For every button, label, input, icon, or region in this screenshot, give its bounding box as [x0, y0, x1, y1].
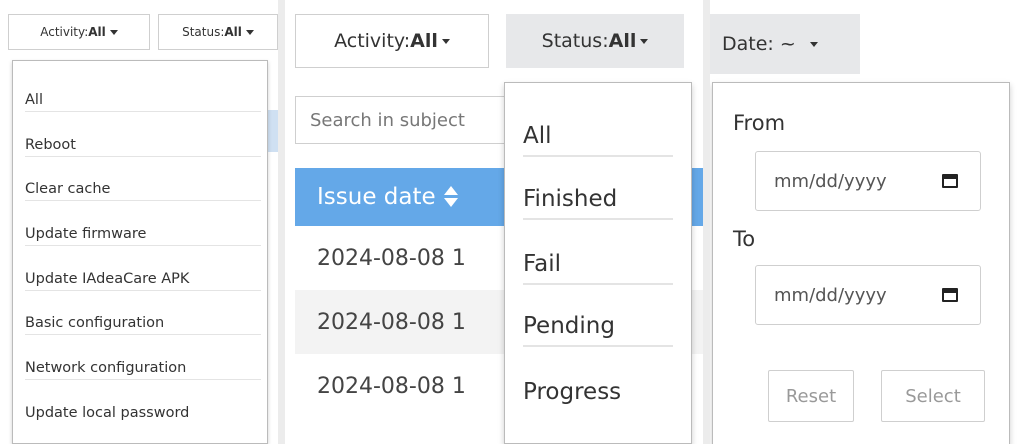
status-option[interactable]: Fail [523, 251, 673, 285]
date-filter-value: ~ [779, 33, 796, 55]
select-button[interactable]: Select [881, 370, 985, 422]
activity-option[interactable]: Network configuration [25, 357, 261, 380]
status-filter-value: All [608, 30, 637, 52]
date-filter-button[interactable]: Date: ~ [710, 14, 860, 74]
activity-filter-button[interactable]: Activity: All [8, 14, 150, 50]
status-option[interactable]: Progress [523, 379, 673, 411]
from-date-input[interactable]: mm/dd/yyyy [755, 151, 981, 211]
calendar-icon[interactable] [942, 174, 958, 188]
from-label: From [733, 111, 786, 135]
search-placeholder: Search in subject [310, 109, 465, 131]
activity-dropdown-panel: Activity: All Status: All All Reboot Cle… [0, 0, 278, 444]
activity-filter-value: All [88, 25, 106, 39]
caret-down-icon [640, 38, 649, 44]
reset-button-label: Reset [785, 385, 837, 407]
sort-icon[interactable] [443, 185, 458, 209]
to-label: To [733, 227, 756, 251]
panel-divider [278, 0, 285, 444]
activity-filter-value: All [410, 30, 438, 52]
date-filter-label: Date: [722, 33, 774, 55]
status-dropdown-panel: Activity: All Status: All Search in subj… [285, 0, 703, 444]
issue-date-cell: 2024-08-08 1 [317, 245, 466, 271]
status-filter-value: All [224, 25, 242, 39]
status-option[interactable]: All [523, 123, 673, 157]
table-header-edge [268, 110, 278, 152]
activity-option[interactable]: Update local password [25, 402, 261, 424]
status-option[interactable]: Finished [523, 186, 673, 220]
caret-down-icon [245, 29, 254, 35]
status-option[interactable]: Pending [523, 313, 673, 347]
status-filter-button[interactable]: Status: All [158, 14, 278, 50]
from-date-placeholder: mm/dd/yyyy [774, 170, 887, 192]
panel-divider [703, 0, 710, 444]
reset-button[interactable]: Reset [768, 370, 854, 422]
activity-option[interactable]: Update firmware [25, 223, 261, 246]
caret-down-icon [441, 38, 450, 44]
activity-filter-label: Activity: [334, 30, 411, 52]
activity-option[interactable]: Update IAdeaCare APK [25, 268, 261, 291]
activity-option[interactable]: Basic configuration [25, 312, 261, 335]
activity-option[interactable]: Clear cache [25, 178, 261, 201]
date-dropdown-panel: Date: ~ From mm/dd/yyyy To mm/dd/yyyy Re… [710, 0, 1036, 444]
to-date-placeholder: mm/dd/yyyy [774, 284, 887, 306]
issue-date-cell: 2024-08-08 1 [317, 309, 466, 335]
to-date-input[interactable]: mm/dd/yyyy [755, 265, 981, 325]
activity-filter-button[interactable]: Activity: All [295, 14, 489, 68]
activity-option[interactable]: Reboot [25, 134, 261, 157]
status-menu: All Finished Fail Pending Progress [504, 82, 692, 444]
calendar-icon[interactable] [942, 288, 958, 302]
select-button-label: Select [905, 385, 961, 407]
caret-down-icon [109, 29, 118, 35]
status-filter-label: Status: [182, 25, 225, 39]
status-filter-label: Status: [541, 30, 609, 52]
issue-date-cell: 2024-08-08 1 [317, 373, 466, 399]
activity-filter-label: Activity: [40, 25, 89, 39]
activity-option[interactable]: All [25, 89, 261, 112]
activity-menu: All Reboot Clear cache Update firmware U… [12, 60, 268, 444]
caret-down-icon [809, 41, 818, 47]
issue-date-column-header[interactable]: Issue date [317, 184, 436, 210]
status-filter-button[interactable]: Status: All [506, 14, 684, 68]
